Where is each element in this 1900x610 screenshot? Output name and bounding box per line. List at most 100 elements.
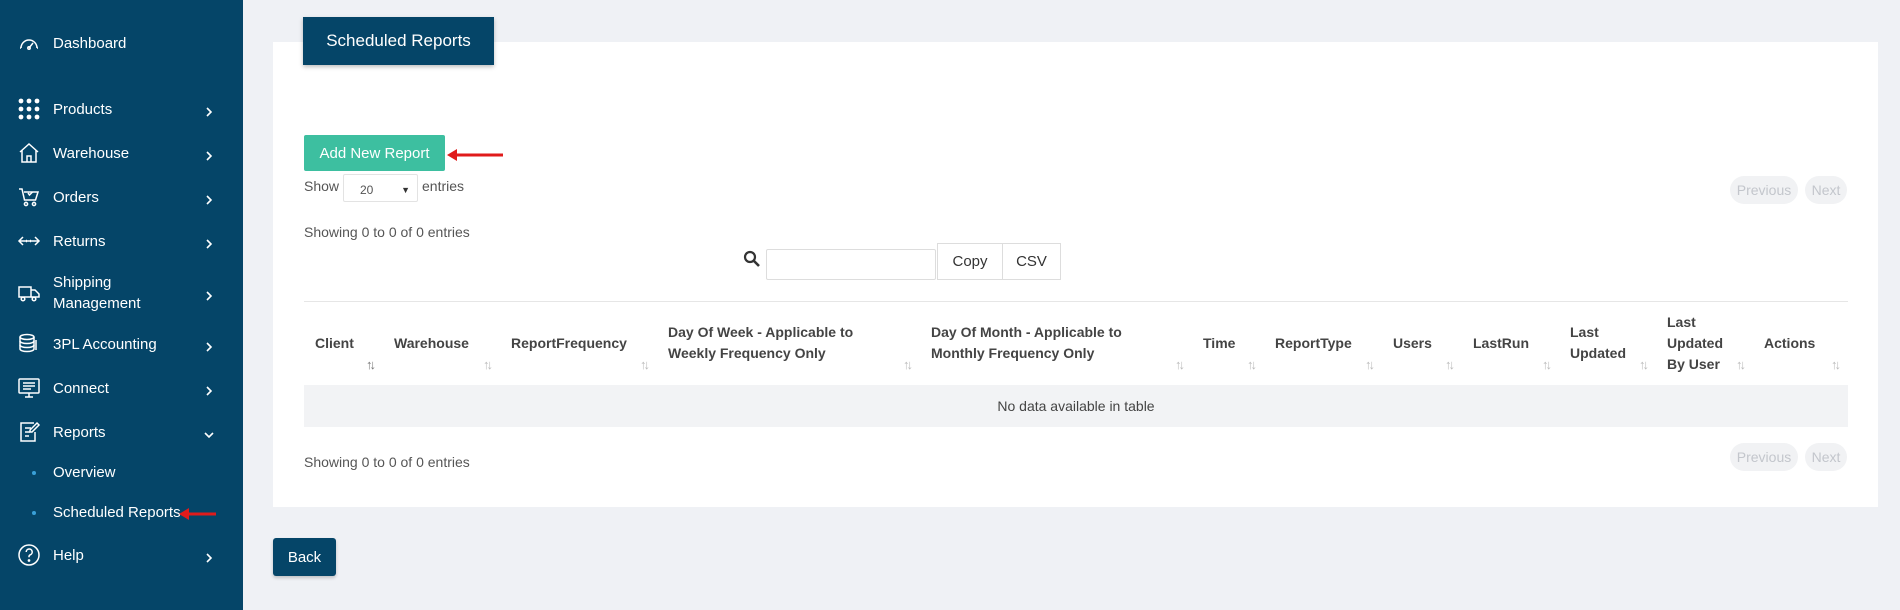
sidebar-item-label: Orders [53, 188, 99, 206]
sort-asc-icon: ↑↓ [366, 357, 376, 372]
coins-icon [16, 331, 42, 357]
sidebar-item-label: Connect [53, 379, 109, 397]
annotation-arrow-icon [179, 508, 216, 520]
help-circle-icon [16, 542, 42, 568]
chevron-right-icon [204, 339, 214, 352]
chevron-right-icon [204, 104, 214, 117]
report-edit-icon [16, 419, 42, 445]
column-label: Users [1393, 335, 1432, 351]
sidebar-item-label: Returns [53, 232, 106, 250]
column-header-last-updated[interactable]: Last Updated ↑↓ [1559, 302, 1656, 386]
entries-per-page-select[interactable]: 20 ▼ [343, 174, 418, 202]
annotation-arrow-icon [447, 149, 503, 161]
sort-icon: ↑↓ [903, 357, 913, 372]
search-icon [743, 250, 761, 268]
chevron-right-icon [204, 550, 214, 563]
sidebar-item-label: Dashboard [53, 34, 127, 52]
cart-icon [16, 184, 42, 210]
column-header-reporttype[interactable]: ReportType ↑↓ [1264, 302, 1382, 386]
column-header-last-updated-by-user[interactable]: Last Updated By User ↑↓ [1656, 302, 1753, 386]
sidebar-item-orders[interactable]: Orders [0, 185, 243, 209]
column-header-reportfrequency[interactable]: ReportFrequency ↑↓ [500, 302, 657, 386]
chevron-right-icon [204, 192, 214, 205]
previous-button-bottom[interactable]: Previous [1730, 443, 1798, 471]
sort-icon: ↑↓ [1542, 357, 1552, 372]
sort-icon: ↑↓ [483, 357, 493, 372]
back-button[interactable]: Back [273, 538, 336, 576]
sidebar-item-label: 3PL Accounting [53, 335, 157, 353]
column-label: Day Of Month - Applicable to Monthly Fre… [931, 324, 1122, 361]
speedometer-icon [16, 30, 42, 56]
column-header-users[interactable]: Users ↑↓ [1382, 302, 1462, 386]
chevron-right-icon [204, 236, 214, 249]
content-card [273, 42, 1878, 507]
column-header-time[interactable]: Time ↑↓ [1192, 302, 1264, 386]
column-header-warehouse[interactable]: Warehouse ↑↓ [383, 302, 500, 386]
show-label: Show [304, 178, 340, 194]
chevron-right-icon [204, 148, 214, 161]
sort-icon: ↑↓ [1247, 357, 1257, 372]
sort-icon: ↑↓ [1175, 357, 1185, 372]
grid-dots-icon [16, 96, 42, 122]
caret-down-icon: ▼ [401, 185, 410, 195]
csv-button[interactable]: CSV [1002, 243, 1061, 280]
column-label: Last Updated [1570, 324, 1626, 361]
column-label: Actions [1764, 335, 1816, 351]
column-header-lastrun[interactable]: LastRun ↑↓ [1462, 302, 1559, 386]
page-title: Scheduled Reports [303, 17, 494, 65]
sidebar-item-help[interactable]: Help [0, 543, 243, 567]
chevron-right-icon [204, 383, 214, 396]
copy-button[interactable]: Copy [937, 243, 1003, 280]
monitor-icon [16, 375, 42, 401]
table-info-bottom: Showing 0 to 0 of 0 entries [304, 454, 470, 470]
column-label: Warehouse [394, 335, 469, 351]
column-label: ReportType [1275, 335, 1352, 351]
sidebar-item-dashboard[interactable]: Dashboard [0, 31, 243, 55]
sidebar-subitem-overview[interactable]: Overview [0, 458, 243, 488]
sidebar-item-label: Warehouse [53, 144, 130, 162]
bullet-icon [32, 471, 36, 475]
sidebar-item-shipping-management[interactable]: Shipping Management [0, 272, 243, 314]
next-button-top[interactable]: Next [1805, 176, 1847, 204]
sidebar-item-warehouse[interactable]: Warehouse [0, 141, 243, 165]
column-header-client[interactable]: Client ↑↓ [304, 302, 383, 386]
entries-label: entries [422, 178, 465, 194]
column-header-day-of-week[interactable]: Day Of Week - Applicable to Weekly Frequ… [657, 302, 920, 386]
sidebar-item-connect[interactable]: Connect [0, 376, 243, 400]
table-info-top: Showing 0 to 0 of 0 entries [304, 224, 470, 240]
table-header: Client ↑↓ Warehouse ↑↓ ReportFrequency ↑… [304, 301, 1848, 385]
column-label: LastRun [1473, 335, 1529, 351]
column-label: ReportFrequency [511, 335, 627, 351]
sidebar-item-returns[interactable]: Returns [0, 229, 243, 253]
next-button-bottom[interactable]: Next [1805, 443, 1847, 471]
sort-icon: ↑↓ [1831, 357, 1841, 372]
sort-icon: ↑↓ [1639, 357, 1649, 372]
sidebar-item-reports[interactable]: Reports [0, 420, 243, 444]
sidebar-subitem-label: Overview [53, 464, 116, 481]
home-icon [16, 140, 42, 166]
truck-icon [16, 280, 42, 306]
column-label: Day Of Week - Applicable to Weekly Frequ… [668, 324, 854, 361]
bullet-icon [32, 511, 36, 515]
sidebar-item-3pl-accounting[interactable]: 3PL Accounting [0, 332, 243, 356]
sort-icon: ↑↓ [1365, 357, 1375, 372]
table-empty-row: No data available in table [304, 385, 1848, 427]
previous-button-top[interactable]: Previous [1730, 176, 1798, 204]
column-header-day-of-month[interactable]: Day Of Month - Applicable to Monthly Fre… [920, 302, 1192, 386]
add-new-report-button[interactable]: Add New Report [304, 135, 445, 171]
column-label: Time [1203, 335, 1236, 351]
sidebar-item-products[interactable]: Products [0, 97, 243, 121]
sort-icon: ↑↓ [1736, 357, 1746, 372]
column-header-actions[interactable]: Actions ↑↓ [1753, 302, 1848, 386]
sort-icon: ↑↓ [640, 357, 650, 372]
sidebar-item-label: Reports [53, 423, 106, 441]
chevron-right-icon [204, 288, 214, 301]
search-input[interactable] [766, 249, 936, 280]
return-arrows-icon [16, 228, 42, 254]
sort-icon: ↑↓ [1445, 357, 1455, 372]
column-label: Client [315, 335, 354, 351]
column-label: Last Updated By User [1667, 314, 1723, 372]
sidebar-subitem-label: Scheduled Reports [53, 504, 181, 521]
sidebar-item-label: Shipping Management [53, 274, 141, 312]
chevron-down-icon [204, 427, 214, 439]
